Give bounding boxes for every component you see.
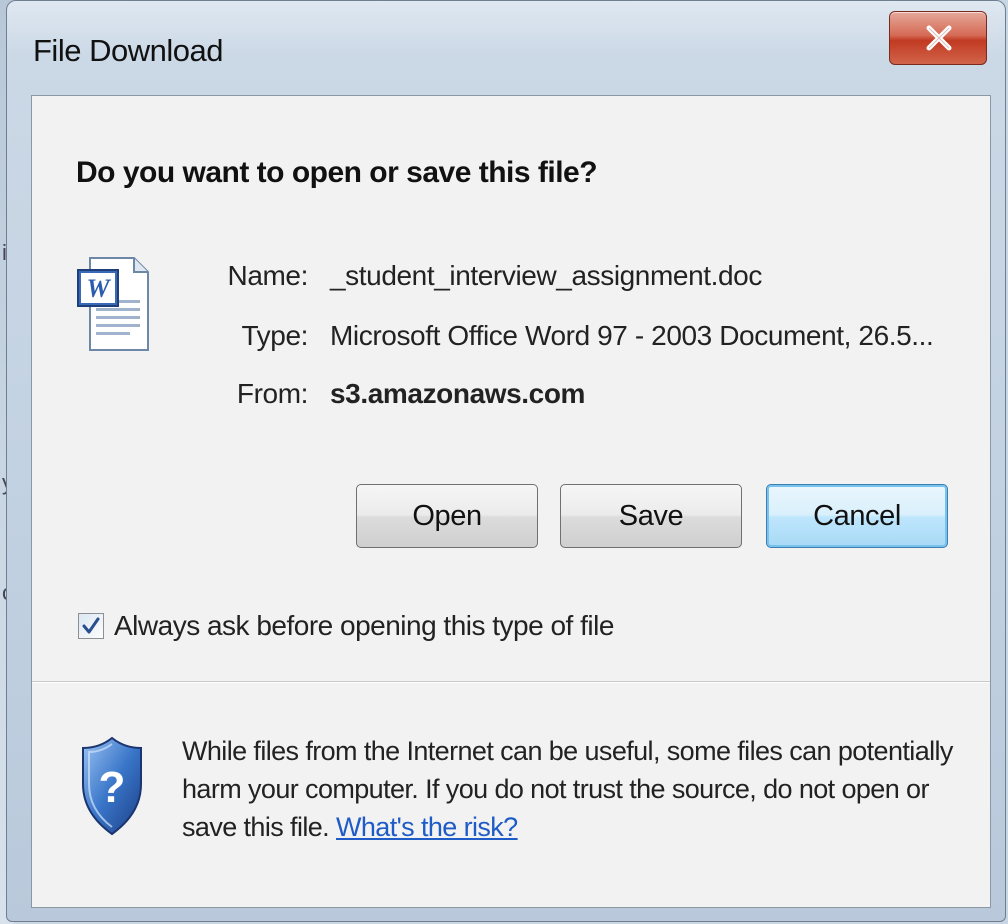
title-bar[interactable]: File Download (7, 1, 1005, 93)
type-label: Type: (241, 320, 309, 351)
whats-the-risk-link[interactable]: What's the risk? (336, 812, 518, 842)
security-warning-text: While files from the Internet can be use… (182, 732, 972, 846)
dialog-heading: Do you want to open or save this file? (76, 156, 598, 189)
checkmark-icon (82, 617, 100, 634)
dialog-body: Do you want to open or save this file? W… (31, 95, 991, 908)
always-ask-checkbox[interactable] (78, 613, 104, 639)
file-type-value: Microsoft Office Word 97 - 2003 Document… (330, 320, 934, 351)
file-source-value: s3.amazonaws.com (330, 378, 586, 409)
window-title: File Download (33, 33, 223, 68)
name-label: Name: (227, 260, 309, 291)
save-button[interactable]: Save (560, 484, 742, 548)
cancel-button[interactable]: Cancel (766, 484, 948, 548)
always-ask-label[interactable]: Always ask before opening this type of f… (114, 610, 614, 642)
divider-highlight (32, 682, 990, 683)
close-x-icon (926, 25, 952, 51)
warning-message: While files from the Internet can be use… (182, 736, 953, 842)
open-button[interactable]: Open (356, 484, 538, 548)
close-button[interactable] (889, 11, 987, 65)
shield-question-icon: ? (82, 736, 142, 836)
file-download-window: File Download Do you want to open or sav… (6, 0, 1006, 922)
word-document-icon: W (77, 257, 149, 351)
svg-text:?: ? (99, 763, 126, 812)
from-label: From: (236, 378, 309, 409)
file-name-value: _student_interview_assignment.doc (330, 260, 762, 291)
svg-text:W: W (86, 274, 111, 303)
